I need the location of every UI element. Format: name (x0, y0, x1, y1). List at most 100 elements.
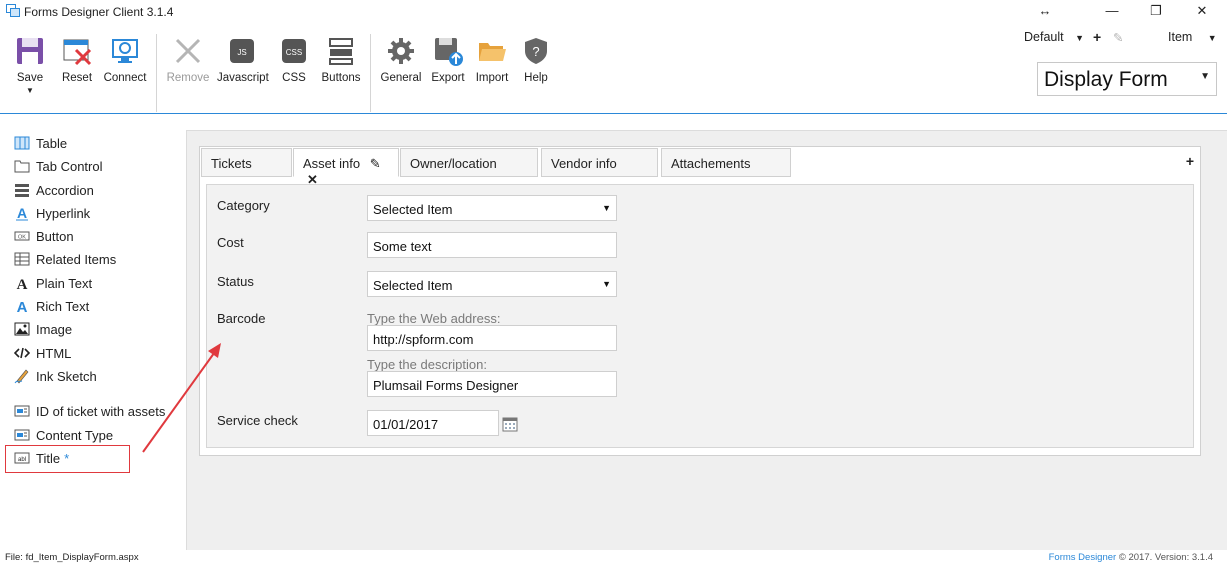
connect-label: Connect (103, 72, 147, 84)
status-select[interactable]: Selected Item ▼ (367, 271, 617, 297)
toolbox-item-related-items[interactable]: Related Items (14, 249, 116, 269)
export-button[interactable]: Export (423, 36, 473, 84)
toolbox-label: Rich Text (36, 298, 90, 314)
toolbox-label: HTML (36, 345, 72, 361)
buttons-icon (329, 38, 353, 65)
version-text: © 2017. Version: 3.1.4 (1116, 552, 1213, 563)
brand-link[interactable]: Forms Designer (1049, 552, 1117, 563)
cost-input[interactable]: Some text (367, 232, 617, 258)
button-icon: OK (14, 231, 30, 241)
save-label: Save (16, 72, 44, 84)
tab-vendor-info[interactable]: Vendor info (541, 148, 658, 177)
remove-icon (175, 38, 201, 64)
tab-label: Vendor info (551, 156, 617, 171)
svg-text:CSS: CSS (286, 48, 302, 57)
toolbox-label: Image (36, 321, 73, 337)
service-check-date-input[interactable]: 01/01/2017 (367, 410, 499, 436)
help-shield-icon: ? (525, 38, 547, 64)
content-type-select[interactable]: Item ▼ (1168, 30, 1217, 44)
tab-tickets[interactable]: Tickets (201, 148, 292, 177)
toolbox-item-ink-sketch[interactable]: Ink Sketch (14, 366, 97, 386)
cost-value: Some text (373, 239, 432, 254)
tab-label: Asset info (303, 156, 361, 171)
minimize-button[interactable]: — (1098, 2, 1126, 20)
toolbox-item-hyperlink[interactable]: A Hyperlink (14, 203, 90, 223)
chevron-down-icon: ▼ (1207, 33, 1217, 43)
toolbox-item-accordion[interactable]: Accordion (14, 180, 94, 200)
folder-icon (479, 43, 506, 61)
save-icon (17, 38, 43, 64)
tab-attachements[interactable]: Attachements (661, 148, 791, 177)
design-canvas[interactable]: Tickets Asset info ✎ ✕ Owner/location Ve… (186, 130, 1227, 550)
content-type-select-value: Item (1168, 30, 1193, 44)
service-check-label: Service check (217, 413, 298, 428)
toolbox-label: Button (36, 228, 74, 244)
version-info: Forms Designer © 2017. Version: 3.1.4 (1049, 552, 1213, 563)
related-items-icon (14, 252, 30, 266)
tab-label: Attachements (671, 156, 751, 171)
toolbox-label: Accordion (36, 182, 94, 198)
javascript-button[interactable]: JS Javascript (217, 36, 269, 84)
resize-icon[interactable]: ↔ (1031, 2, 1059, 20)
status-value: Selected Item (373, 278, 453, 293)
add-tab-button[interactable]: + (1186, 153, 1194, 169)
tab-owner-location[interactable]: Owner/location (400, 148, 538, 177)
toolbox-item-image[interactable]: Image (14, 319, 72, 339)
toolbox-item-button[interactable]: OK Button (14, 226, 74, 246)
gear-icon (388, 38, 414, 64)
image-icon (14, 322, 30, 336)
help-button[interactable]: ? Help (511, 36, 561, 84)
edit-tab-icon[interactable]: ✎ (370, 156, 381, 171)
add-layout-button[interactable]: + (1093, 29, 1101, 45)
tab-control[interactable]: Tickets Asset info ✎ ✕ Owner/location Ve… (199, 146, 1201, 456)
category-label: Category (217, 198, 270, 213)
chevron-down-icon: ▼ (602, 279, 611, 289)
toolbox-item-tab-control[interactable]: Tab Control (14, 156, 102, 176)
import-label: Import (475, 72, 509, 84)
description-input[interactable]: Plumsail Forms Designer (367, 371, 617, 397)
export-icon (435, 38, 463, 66)
toolbox-item-table[interactable]: Table (14, 133, 67, 153)
tab-asset-info[interactable]: Asset info ✎ ✕ (293, 148, 399, 187)
rich-text-icon: A (17, 299, 28, 314)
url-hint: Type the Web address: (367, 311, 501, 326)
js-icon: JS (230, 39, 254, 63)
description-value: Plumsail Forms Designer (373, 378, 519, 393)
close-button[interactable]: ✕ (1188, 2, 1216, 20)
general-button[interactable]: General (376, 36, 426, 84)
category-select[interactable]: Selected Item ▼ (367, 195, 617, 221)
lookup-field-icon (14, 405, 30, 417)
css-button[interactable]: CSS CSS (269, 36, 319, 84)
svg-text:?: ? (532, 44, 539, 59)
toolbox-item-rich-text[interactable]: A Rich Text (14, 296, 90, 316)
toolbox-label: Hyperlink (36, 205, 91, 221)
import-button[interactable]: Import (467, 36, 517, 84)
svg-text:A: A (17, 299, 28, 314)
connect-button[interactable]: Connect (100, 36, 150, 84)
toolbox-field-content-type[interactable]: Content Type (14, 425, 113, 445)
export-label: Export (431, 72, 465, 84)
svg-text:A: A (17, 277, 28, 291)
url-input[interactable]: http://spform.com (367, 325, 617, 351)
table-icon (14, 136, 30, 150)
calendar-icon[interactable] (502, 416, 518, 432)
title-bar: Forms Designer Client 3.1.4 ↔ — ❐ ✕ (0, 0, 1227, 24)
layout-select[interactable]: Default ▼ (1024, 30, 1084, 44)
save-dropdown-icon[interactable]: ▼ (5, 86, 55, 95)
buttons-button[interactable]: Buttons (316, 36, 366, 84)
form-type-select[interactable]: Display Form ▼ (1037, 62, 1217, 96)
toolbox-item-plain-text[interactable]: A Plain Text (14, 273, 93, 293)
toolbox-item-html[interactable]: HTML (14, 343, 71, 363)
tab-label: Tickets (211, 156, 252, 171)
save-button[interactable]: Save ▼ (5, 36, 55, 95)
accordion-icon (15, 184, 29, 197)
barcode-label: Barcode (217, 311, 266, 326)
toolbox-field-id-of-ticket[interactable]: ID of ticket with assets (14, 401, 165, 421)
chevron-down-icon: ▼ (1075, 33, 1085, 43)
help-label: Help (524, 72, 548, 84)
edit-icon[interactable]: ✎ (1113, 30, 1123, 45)
reset-button[interactable]: Reset (52, 36, 102, 84)
remove-button[interactable]: Remove (163, 36, 213, 84)
maximize-button[interactable]: ❐ (1142, 2, 1170, 20)
tab-label: Owner/location (410, 156, 497, 171)
